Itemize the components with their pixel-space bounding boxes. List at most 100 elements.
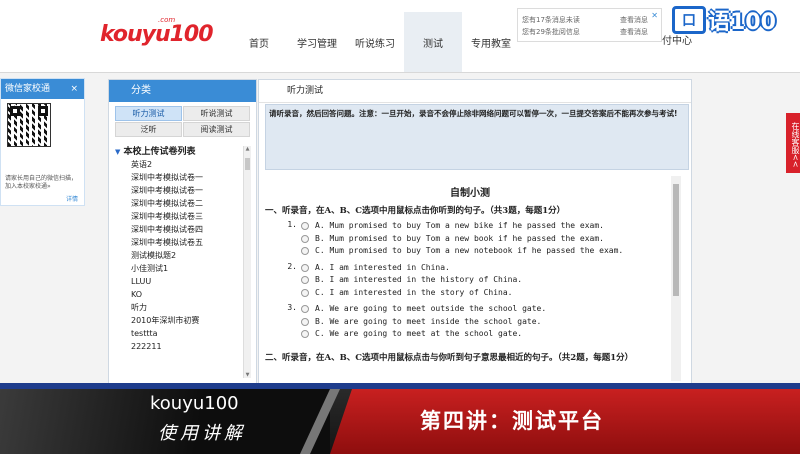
chevron-down-icon[interactable]: ▼ [115,148,120,156]
radio-button[interactable] [301,247,309,256]
tree-item[interactable]: 深圳中考模拟试卷一 [115,184,243,197]
option-text: A. I am interested in China. [315,262,450,272]
radio-button[interactable] [301,305,309,314]
scroll-down-icon[interactable]: ▼ [244,372,251,378]
tree-item[interactable]: 222211 [115,340,243,353]
test-panel-title: 听力测试 [259,80,691,103]
wechat-details-link[interactable]: 详情 [66,194,78,203]
section-heading: 二、听录音，在A、B、C选项中用鼠标点击与你听到句子意思最相近的句子。（共2题，… [265,352,634,363]
answer-option[interactable]: A. Mum promised to buy Tom a new bike if… [301,220,675,233]
wechat-description: 请家长用自己的微信扫描，加入本校家校通» [5,175,78,190]
video-caption-banner: kouyu100 使用讲解 第四讲：测试平台 [0,383,800,454]
tab-extensive-listening[interactable]: 泛听 [115,122,182,137]
tree-item[interactable]: 深圳中考模拟试卷二 [115,197,243,210]
answer-option[interactable]: C. Mum promised to buy Tom a new noteboo… [301,245,675,258]
tab-reading-test[interactable]: 阅读测试 [183,122,250,137]
radio-button[interactable] [301,317,309,326]
radio-button[interactable] [301,288,309,297]
tree-scrollbar[interactable]: ▲ ▼ [243,146,251,378]
radio-button[interactable] [301,222,309,231]
tree-folder[interactable]: ▼ 本校上传试卷列表 [115,146,243,158]
tree-item[interactable]: 测试模拟题2 [115,249,243,262]
question-number: 2. [287,261,297,271]
tree-item[interactable]: 小佳测试1 [115,262,243,275]
notice-text: 您有29条批阅信息 [522,28,580,36]
logo-suffix: .com [158,16,176,24]
question-number: 1. [287,220,297,229]
tree-item[interactable]: LLUU [115,275,243,288]
question-number: 3. [287,303,297,312]
answer-option[interactable]: B. I am interested in the history of Chi… [301,274,675,287]
paper-scrollbar[interactable] [671,176,681,381]
option-text: A. Mum promised to buy Tom a new bike if… [315,221,604,230]
instruction-box: 请听录音，然后回答问题。注意：一旦开始，录音不会停止除非网络问题可以暂停一次，一… [265,104,689,170]
tree-item[interactable]: 听力 [115,301,243,314]
answer-option[interactable]: A. We are going to meet outside the scho… [301,303,675,316]
site-logo[interactable]: kouyu100 .com [100,16,214,52]
question: 1. A. Mum promised to buy Tom a new bike… [265,220,675,258]
paper-title: 自制小测 [450,188,490,199]
test-panel: 听力测试 请听录音，然后回答问题。注意：一旦开始，录音不会停止除非网络问题可以暂… [258,79,692,383]
view-message-link[interactable]: 查看消息 [620,15,648,25]
test-paper: 自制小测 一、听录音，在A、B、C选项中用鼠标点击你听到的句子。（共3题，每题1… [265,176,675,381]
main-nav: 首页 学习管理 听说练习 测试 专用教室 [230,12,520,72]
tree-item[interactable]: 深圳中考模拟试卷四 [115,223,243,236]
radio-button[interactable] [301,234,309,243]
scrollbar-thumb[interactable] [673,184,679,296]
nav-classroom[interactable]: 专用教室 [462,12,520,72]
notice-row: 您有29条批阅信息 查看消息 [522,27,658,37]
tree-item[interactable]: 深圳中考模拟试卷一 [115,171,243,184]
online-service-tab[interactable]: 在线客服<< [786,113,800,173]
nav-test[interactable]: 测试 [404,12,462,72]
radio-button[interactable] [301,263,309,272]
brand-box: 口 [672,6,706,34]
answer-option[interactable]: B. Mum promised to buy Tom a new book if… [301,233,675,246]
wechat-header: 微信家校通 × [1,79,84,99]
option-text: C. Mum promised to buy Tom a new noteboo… [315,246,624,255]
answer-option[interactable]: B. We are going to meet inside the schoo… [301,316,675,329]
option-text: B. We are going to meet inside the schoo… [315,316,542,326]
close-icon[interactable]: ✕ [651,11,658,20]
scroll-up-icon[interactable]: ▲ [244,146,251,152]
option-text: C. I am interested in the story of China… [315,287,513,297]
tree-item[interactable]: testtta [115,327,243,340]
option-text: B. Mum promised to buy Tom a new book if… [315,233,604,243]
close-icon[interactable]: × [70,79,78,99]
tab-listening-test[interactable]: 听力测试 [115,106,182,121]
qr-code-image [7,103,51,147]
wechat-title: 微信家校通 [5,84,51,94]
option-text: A. We are going to meet outside the scho… [315,304,547,313]
tree-item[interactable]: 深圳中考模拟试卷五 [115,236,243,249]
answer-option[interactable]: C. We are going to meet at the school ga… [301,328,675,341]
radio-button[interactable] [301,330,309,339]
tree-item[interactable]: 英语2 [115,158,243,171]
paper-tree: ▼ 本校上传试卷列表 英语2 深圳中考模拟试卷一 深圳中考模拟试卷一 深圳中考模… [115,146,243,378]
app-window: kouyu100 .com 首页 学习管理 听说练习 测试 专用教室 付中心 您… [0,0,800,383]
tree-item[interactable]: KO [115,288,243,301]
header: kouyu100 .com 首页 学习管理 听说练习 测试 专用教室 付中心 您… [0,0,800,73]
tree-folder-label: 本校上传试卷列表 [123,147,196,157]
tree-item[interactable]: 深圳中考模拟试卷三 [115,210,243,223]
notice-row: 您有17条消息未读 查看消息 [522,15,658,25]
notice-text: 您有17条消息未读 [522,16,580,24]
question: 2. A. I am interested in China. B. I am … [265,262,675,300]
nav-listening-speaking[interactable]: 听说练习 [346,12,404,72]
tab-listening-speaking-test[interactable]: 听说测试 [183,106,250,121]
nav-study-management[interactable]: 学习管理 [288,12,346,72]
section-heading: 一、听录音，在A、B、C选项中用鼠标点击你听到的句子。（共3题，每题1分） [265,206,566,216]
tree-item[interactable]: 2010年深圳市初赛 [115,314,243,327]
banner-subtitle: 使用讲解 [158,423,246,444]
radio-button[interactable] [301,276,309,285]
nav-home[interactable]: 首页 [230,12,288,72]
answer-option[interactable]: A. I am interested in China. [301,262,675,275]
option-text: C. We are going to meet at the school ga… [315,329,523,338]
banner-brand: kouyu100 [150,393,239,414]
option-text: B. I am interested in the history of Chi… [315,275,523,284]
brand-text: 语100 [708,10,776,35]
scrollbar-thumb[interactable] [245,158,250,170]
category-panel: 分类 听力测试 听说测试 泛听 阅读测试 ▼ 本校上传试卷列表 英语2 深圳中考… [108,79,257,383]
view-message-link[interactable]: 查看消息 [620,27,648,37]
category-title: 分类 [109,80,256,102]
answer-option[interactable]: C. I am interested in the story of China… [301,287,675,300]
notification-popup: 您有17条消息未读 查看消息 您有29条批阅信息 查看消息 ✕ [517,8,662,42]
